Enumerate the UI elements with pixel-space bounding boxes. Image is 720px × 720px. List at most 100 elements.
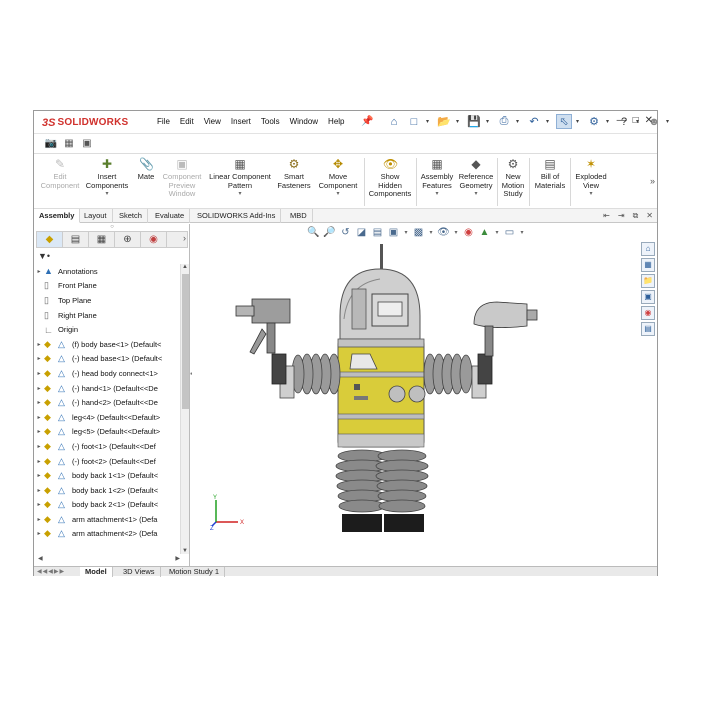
tree-item-component[interactable]: ▸ ◆ △ body back 1<2> (Default< bbox=[34, 483, 180, 498]
assembly-features-button[interactable]: ▦ Assembly Features ▾ bbox=[418, 157, 456, 199]
tree-item-component[interactable]: ▸ ◆ △ body back 2<1> (Default< bbox=[34, 498, 180, 513]
tree-item-component[interactable]: ▸ ◆ △ leg<4> (Default<<Default> bbox=[34, 410, 180, 425]
expand-icon[interactable]: ▸ bbox=[34, 443, 44, 450]
tree-item-component[interactable]: ▸ ◆ △ (-) foot<2> (Default<<Def bbox=[34, 454, 180, 469]
move-component-button[interactable]: ✥ Move Component ▾ bbox=[315, 157, 361, 199]
menu-window[interactable]: Window bbox=[285, 117, 323, 126]
move-component-dropdown-icon[interactable]: ▾ bbox=[315, 190, 361, 199]
print-dropdown-icon[interactable]: ▾ bbox=[516, 118, 522, 125]
expand-icon[interactable]: ▸ bbox=[34, 370, 44, 377]
scroll-up-icon[interactable]: ▲ bbox=[182, 264, 188, 270]
scroll-down-icon[interactable]: ▼ bbox=[182, 548, 188, 554]
expand-icon[interactable]: ▸ bbox=[34, 501, 44, 508]
expand-icon[interactable]: ▸ bbox=[34, 414, 44, 421]
tree-item-top-plane[interactable]: ▯ Top Plane bbox=[34, 293, 180, 308]
tree-item-annotations[interactable]: ▸ ▲ Annotations bbox=[34, 264, 180, 279]
tree-item-component[interactable]: ▸ ◆ △ arm attachment<1> (Defa bbox=[34, 512, 180, 527]
expand-icon[interactable]: ▸ bbox=[34, 399, 44, 406]
menu-help[interactable]: Help bbox=[323, 117, 349, 126]
user-dropdown-icon[interactable]: ▾ bbox=[666, 118, 672, 125]
tab-3d-views[interactable]: 3D Views bbox=[118, 567, 161, 577]
undo-icon[interactable]: ↶ bbox=[526, 114, 542, 129]
linear-pattern-dropdown-icon[interactable]: ▾ bbox=[206, 190, 274, 199]
expand-icon[interactable]: ▸ bbox=[34, 530, 44, 537]
rebuild-dropdown-icon[interactable]: ▾ bbox=[606, 118, 612, 125]
expand-icon[interactable]: ▸ bbox=[34, 341, 44, 348]
tree-item-component[interactable]: ▸ ◆ △ body back 1<1> (Default< bbox=[34, 468, 180, 483]
new-motion-study-button[interactable]: ⚙ New Motion Study bbox=[499, 157, 527, 199]
robot-3d-model[interactable] bbox=[192, 224, 657, 566]
feature-manager-tab-icon[interactable]: ◆ bbox=[37, 232, 63, 247]
undo-dropdown-icon[interactable]: ▾ bbox=[546, 118, 552, 125]
tree-item-origin[interactable]: ∟ Origin bbox=[34, 322, 180, 337]
tile-right-icon[interactable]: ⇥ bbox=[618, 211, 625, 221]
assembly-features-dropdown-icon[interactable]: ▾ bbox=[418, 190, 456, 199]
select-dropdown-icon[interactable]: ▾ bbox=[576, 118, 582, 125]
display-icon[interactable]: ▣ bbox=[80, 137, 94, 150]
tab-assembly[interactable]: Assembly bbox=[34, 209, 81, 223]
tree-item-component[interactable]: ▸ ◆ △ (-) head base<1> (Default< bbox=[34, 352, 180, 367]
exploded-view-dropdown-icon[interactable]: ▾ bbox=[572, 190, 610, 199]
scroll-left-icon[interactable]: ◀ bbox=[38, 556, 43, 562]
expand-icon[interactable]: ▸ bbox=[34, 428, 44, 435]
rebuild-icon[interactable]: ⚙ bbox=[586, 114, 602, 129]
panel-next-icon[interactable]: › bbox=[183, 233, 186, 243]
save-icon[interactable]: 💾 bbox=[466, 114, 482, 129]
tab-mbd[interactable]: MBD bbox=[285, 209, 313, 223]
tab-model[interactable]: Model bbox=[80, 567, 113, 577]
menu-view[interactable]: View bbox=[199, 117, 226, 126]
expand-icon[interactable]: ▸ bbox=[34, 458, 44, 465]
close-icon[interactable]: ✕ bbox=[645, 115, 653, 126]
open-icon[interactable]: 📂 bbox=[436, 114, 452, 129]
open-dropdown-icon[interactable]: ▾ bbox=[456, 118, 462, 125]
menu-file[interactable]: File bbox=[152, 117, 175, 126]
panel-grip[interactable]: ○ bbox=[34, 224, 190, 230]
scroll-thumb[interactable] bbox=[182, 274, 189, 409]
tree-item-component[interactable]: ▸ ◆ △ arm attachment<2> (Defa bbox=[34, 527, 180, 542]
display-manager-tab-icon[interactable]: ◉ bbox=[141, 232, 167, 247]
save-dropdown-icon[interactable]: ▾ bbox=[486, 118, 492, 125]
print-icon[interactable]: ⎙ bbox=[496, 114, 512, 129]
insert-components-dropdown-icon[interactable]: ▾ bbox=[82, 190, 132, 199]
select-icon[interactable]: ⬁ bbox=[556, 114, 572, 129]
expand-icon[interactable]: ▸ bbox=[34, 487, 44, 494]
mate-button[interactable]: 📎 Mate bbox=[133, 157, 159, 182]
tree-horizontal-scrollbar[interactable]: ◀ ▶ bbox=[38, 555, 180, 564]
tile-icon[interactable]: ⇤ bbox=[603, 211, 610, 221]
menu-edit[interactable]: Edit bbox=[175, 117, 199, 126]
bottom-tab-navigation[interactable]: ◀◀◀▶▶ bbox=[37, 567, 65, 577]
camera-icon[interactable]: 📷 bbox=[44, 137, 58, 150]
tree-item-component[interactable]: ▸ ◆ △ leg<5> (Default<<Default> bbox=[34, 425, 180, 440]
home-icon[interactable]: ⌂ bbox=[386, 114, 402, 129]
reference-geometry-dropdown-icon[interactable]: ▾ bbox=[456, 190, 496, 199]
tab-evaluate[interactable]: Evaluate bbox=[150, 209, 191, 223]
tree-item-right-plane[interactable]: ▯ Right Plane bbox=[34, 308, 180, 323]
pin-menu-icon[interactable]: 📌 bbox=[361, 116, 373, 127]
tree-item-front-plane[interactable]: ▯ Front Plane bbox=[34, 279, 180, 294]
tree-item-component[interactable]: ▸ ◆ △ (f) body base<1> (Default< bbox=[34, 337, 180, 352]
component-preview-window-button[interactable]: ▣ Component Preview Window bbox=[158, 157, 206, 199]
expand-icon[interactable]: ▸ bbox=[34, 355, 44, 362]
bill-of-materials-button[interactable]: ▤ Bill of Materials bbox=[531, 157, 569, 190]
configuration-manager-tab-icon[interactable]: ▦ bbox=[89, 232, 115, 247]
linear-component-pattern-button[interactable]: ▦ Linear Component Pattern ▾ bbox=[206, 157, 274, 199]
edit-component-button[interactable]: ✎ Edit Component bbox=[38, 157, 82, 190]
solidworks-logo[interactable]: 3S SOLIDWORKS bbox=[42, 115, 128, 130]
tree-item-component[interactable]: ▸ ◆ △ (-) hand<1> (Default<<De bbox=[34, 381, 180, 396]
tree-item-component[interactable]: ▸ ◆ △ (-) foot<1> (Default<<Def bbox=[34, 439, 180, 454]
smart-fasteners-button[interactable]: ⚙ Smart Fasteners bbox=[274, 157, 314, 190]
expand-icon[interactable]: ▸ bbox=[34, 516, 44, 523]
menu-tools[interactable]: Tools bbox=[256, 117, 285, 126]
tree-item-component[interactable]: ▸ ◆ △ (-) hand<2> (Default<<De bbox=[34, 395, 180, 410]
reference-geometry-button[interactable]: ◆ Reference Geometry ▾ bbox=[456, 157, 496, 199]
tab-solidworks-add-ins[interactable]: SOLIDWORKS Add-Ins bbox=[192, 209, 282, 223]
property-manager-tab-icon[interactable]: ▤ bbox=[63, 232, 89, 247]
insert-components-button[interactable]: ✚ Insert Components ▾ bbox=[82, 157, 132, 199]
tab-motion-study-1[interactable]: Motion Study 1 bbox=[164, 567, 226, 577]
filter-icon[interactable]: ▼• bbox=[38, 251, 50, 261]
new-document-icon[interactable]: □ bbox=[406, 114, 422, 129]
expand-icon[interactable]: ▸ bbox=[34, 268, 44, 275]
more-commands-icon[interactable]: » bbox=[650, 176, 655, 186]
component-icon[interactable]: ▦ bbox=[62, 137, 76, 150]
show-hidden-components-button[interactable]: 👁 Show Hidden Components bbox=[367, 157, 413, 199]
